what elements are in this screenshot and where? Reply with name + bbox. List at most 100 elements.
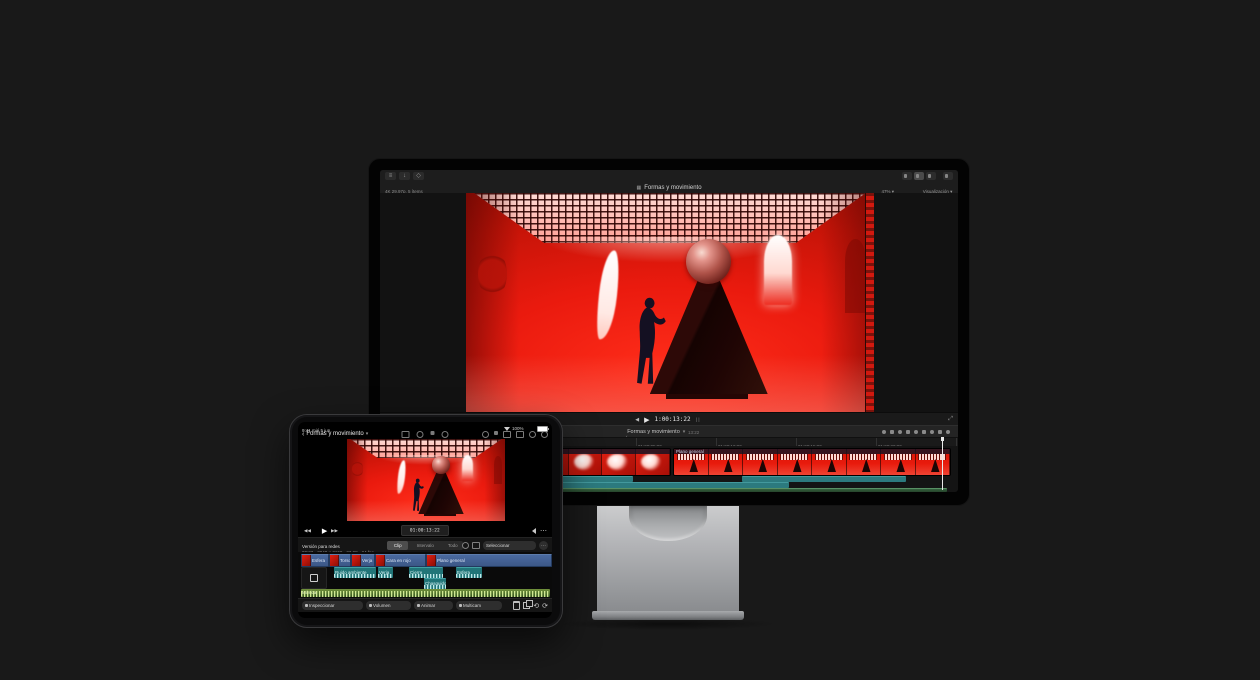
insert-clip-icon[interactable] <box>898 430 902 434</box>
viewer <box>380 193 958 412</box>
rewind-icon[interactable]: ◀◀ <box>304 528 311 533</box>
timeline-clip[interactable]: Cara en rojo <box>375 554 426 567</box>
ipad-timecode: 01:00:13:22 <box>410 528 440 533</box>
overwrite-clip-icon[interactable] <box>914 430 918 434</box>
overlay-icon[interactable] <box>472 542 480 549</box>
ipad-status-bar: 9:41 mié 5 jun 100% <box>298 422 552 429</box>
jog-wheel-icon[interactable] <box>442 431 449 438</box>
audio-clip[interactable]: Esfera <box>456 567 482 578</box>
segment-all[interactable]: Todo <box>442 541 463 550</box>
desk-scene: ≡ ↓ ◇ 4K 29.97p, 5 ítems ▦ Formas y movi… <box>0 0 1260 680</box>
record-icon[interactable] <box>494 431 498 435</box>
forward-icon[interactable]: ▶▶ <box>331 528 338 533</box>
segment-clip[interactable]: Clip <box>387 541 408 550</box>
more-options-icon[interactable]: ⋯ <box>539 541 548 550</box>
clip-label: Verja <box>362 558 372 563</box>
snapping-icon[interactable] <box>938 430 942 434</box>
clip-wide[interactable]: Plano general <box>673 448 951 476</box>
ipad-transport: ◀◀ ▶ ▶▶ 01:00:13:22 ⋯ <box>298 524 552 537</box>
more-icon[interactable]: ⋯ <box>540 527 547 535</box>
play-icon[interactable]: ▶ <box>322 527 327 535</box>
wall-circle-niche <box>352 460 363 478</box>
ipad-viewer <box>298 439 552 524</box>
sprocket-strip <box>865 193 874 412</box>
waveform <box>456 574 482 579</box>
wall-arch-window <box>764 235 793 305</box>
stand-arm-notch <box>629 503 707 541</box>
fullscreen-icon[interactable]: ⤢ <box>948 416 953 423</box>
music-waveform <box>301 591 550 597</box>
clip-thumbnail <box>352 555 361 566</box>
timeline-clip[interactable]: Verja <box>351 554 375 567</box>
timeline-duration: 13:22 <box>688 430 699 435</box>
project-title[interactable]: Formas y movimiento <box>306 431 363 437</box>
timeline-clip[interactable]: Esfera <box>301 554 329 567</box>
prev-frame-icon[interactable]: ◀ <box>635 417 639 423</box>
timeline-clip[interactable]: Torso <box>329 554 351 567</box>
audio-clip[interactable]: Cierre <box>409 567 443 578</box>
timeline-title[interactable]: Formas y movimiento <box>627 429 680 435</box>
ipad-timeline: Esfera Torso Verja Cara en rojo Plano ge… <box>298 552 552 598</box>
browser-toggle-icon[interactable] <box>902 172 912 180</box>
music-track[interactable]: Música <box>301 589 550 597</box>
volume-icon <box>369 604 372 607</box>
animate-button[interactable]: Animar <box>414 601 453 610</box>
timeline-toggle-icon[interactable] <box>914 172 924 180</box>
multicam-icon <box>459 604 462 607</box>
select-button[interactable]: Seleccionar <box>483 541 536 550</box>
clip-thumbnail <box>376 555 385 566</box>
camera-icon[interactable] <box>462 542 469 549</box>
multicam-button[interactable]: Multicam <box>456 601 502 610</box>
duplicate-icon[interactable] <box>523 602 530 609</box>
audio-clip[interactable]: Ruido ambiente <box>334 567 376 578</box>
index-icon[interactable] <box>503 431 511 438</box>
audio-clip[interactable]: Chasquido <box>424 578 446 589</box>
append-clip-icon[interactable] <box>906 430 910 434</box>
delete-icon[interactable] <box>513 601 520 610</box>
ipad: 9:41 mié 5 jun 100% ‹ Formas y movimient… <box>289 414 563 628</box>
timeline-clip[interactable]: Plano general <box>426 554 552 567</box>
play-icon[interactable]: ▶ <box>644 416 649 424</box>
ipad-bottom-toolbar: Inspeccionar Volumen Animar Multicam ⟲ ⟳ <box>298 598 552 612</box>
browser-icon[interactable] <box>417 431 424 438</box>
viewer-options-icon[interactable] <box>482 431 489 438</box>
inspector-toggle-icon[interactable] <box>926 172 936 180</box>
index-icon[interactable] <box>882 430 886 434</box>
effects-icon[interactable] <box>529 431 536 438</box>
timeline-title-chevron-icon: ▾ <box>683 429 686 435</box>
volume-button[interactable]: Volumen <box>366 601 411 610</box>
sidebar-toggle-icon[interactable]: ≡ <box>385 172 396 180</box>
edit-mode-segmented-control: Clip Intervalo Todo <box>387 541 463 550</box>
person-silhouette <box>410 478 425 515</box>
back-icon[interactable]: ‹ <box>302 431 304 438</box>
ipad-nav-bar: ‹ Formas y movimiento ▾ <box>298 429 552 439</box>
trim-tool-icon[interactable] <box>922 430 926 434</box>
display-stand <box>597 503 739 611</box>
speaker-icon[interactable] <box>529 528 536 534</box>
timeline-settings-icon[interactable] <box>946 430 950 434</box>
frame-icon: ▦ <box>636 185 641 191</box>
loop-range-icon[interactable]: | | <box>696 417 700 422</box>
voiceover-mic-icon[interactable] <box>431 431 435 435</box>
timecode-chip: 01:00:13:22 <box>401 525 449 536</box>
redo-icon[interactable]: ⟳ <box>542 602 548 610</box>
undo-icon[interactable]: ⟲ <box>533 602 539 610</box>
inspect-button[interactable]: Inspeccionar <box>302 601 363 610</box>
effects-icon[interactable]: ◇ <box>413 172 424 180</box>
media-import-icon[interactable] <box>402 431 410 438</box>
clip-label: Plano general <box>676 449 704 454</box>
display-stand-base <box>592 611 744 620</box>
audio-lane-header[interactable] <box>301 567 327 589</box>
connect-clip-icon[interactable] <box>890 430 894 434</box>
share-icon[interactable] <box>943 172 953 180</box>
segment-range[interactable]: Intervalo <box>408 541 443 550</box>
waveform <box>334 574 376 579</box>
title-chevron-icon: ▾ <box>366 431 369 437</box>
skimming-icon[interactable] <box>930 430 934 434</box>
playhead[interactable] <box>942 437 943 490</box>
display-mode-icon[interactable] <box>516 431 524 438</box>
audio-clip[interactable]: Verja <box>378 567 393 578</box>
viewer-timecode: 1:00:13:22 <box>654 416 690 423</box>
import-icon[interactable]: ↓ <box>399 172 410 180</box>
settings-icon[interactable] <box>541 431 548 438</box>
